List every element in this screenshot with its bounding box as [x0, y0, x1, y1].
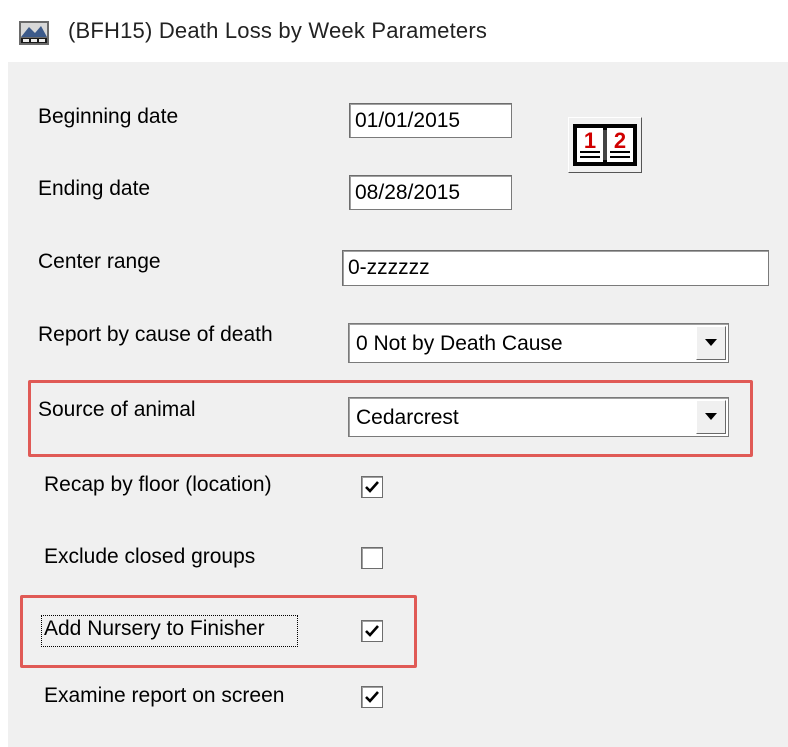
ending-date-label: Ending date [38, 177, 151, 200]
add-nursery-checkbox[interactable] [361, 620, 383, 642]
recap-by-floor-checkbox[interactable] [361, 476, 383, 498]
recap-by-floor-label: Recap by floor (location) [44, 473, 272, 496]
calendar-glyph-left: 1 [584, 128, 596, 153]
center-range-label: Center range [38, 250, 161, 273]
center-range-input[interactable]: 0-zzzzzz [342, 250, 769, 286]
beginning-date-input[interactable]: 01/01/2015 [349, 103, 512, 138]
exclude-closed-groups-label: Exclude closed groups [44, 545, 256, 568]
calendar-button[interactable]: 1 2 [568, 117, 642, 173]
app-icon [19, 21, 49, 45]
calendar-glyph-right: 2 [614, 128, 626, 153]
beginning-date-label: Beginning date [38, 105, 179, 128]
calendar-icon: 1 2 [573, 124, 637, 166]
examine-report-checkbox[interactable] [361, 686, 383, 708]
cause-of-death-label: Report by cause of death [38, 323, 273, 346]
source-of-animal-label: Source of animal [38, 398, 196, 421]
exclude-closed-groups-checkbox[interactable] [361, 547, 383, 569]
examine-report-label: Examine report on screen [44, 684, 285, 707]
source-of-animal-select[interactable]: Cedarcrest [348, 397, 729, 437]
source-of-animal-dropdown-button[interactable] [696, 400, 726, 434]
source-of-animal-value: Cedarcrest [356, 406, 459, 429]
cause-of-death-select[interactable]: 0 Not by Death Cause [348, 323, 729, 363]
checkmark-icon [365, 691, 379, 703]
window-title: (BFH15) Death Loss by Week Parameters [68, 18, 488, 43]
title-bar: (BFH15) Death Loss by Week Parameters [0, 0, 788, 62]
add-nursery-label: Add Nursery to Finisher [44, 617, 265, 640]
cause-of-death-value: 0 Not by Death Cause [356, 332, 563, 355]
checkmark-icon [365, 481, 379, 493]
checkmark-icon [365, 625, 379, 637]
chevron-down-icon [705, 413, 717, 420]
cause-of-death-dropdown-button[interactable] [696, 326, 726, 360]
chevron-down-icon [705, 339, 717, 346]
ending-date-input[interactable]: 08/28/2015 [349, 175, 512, 210]
